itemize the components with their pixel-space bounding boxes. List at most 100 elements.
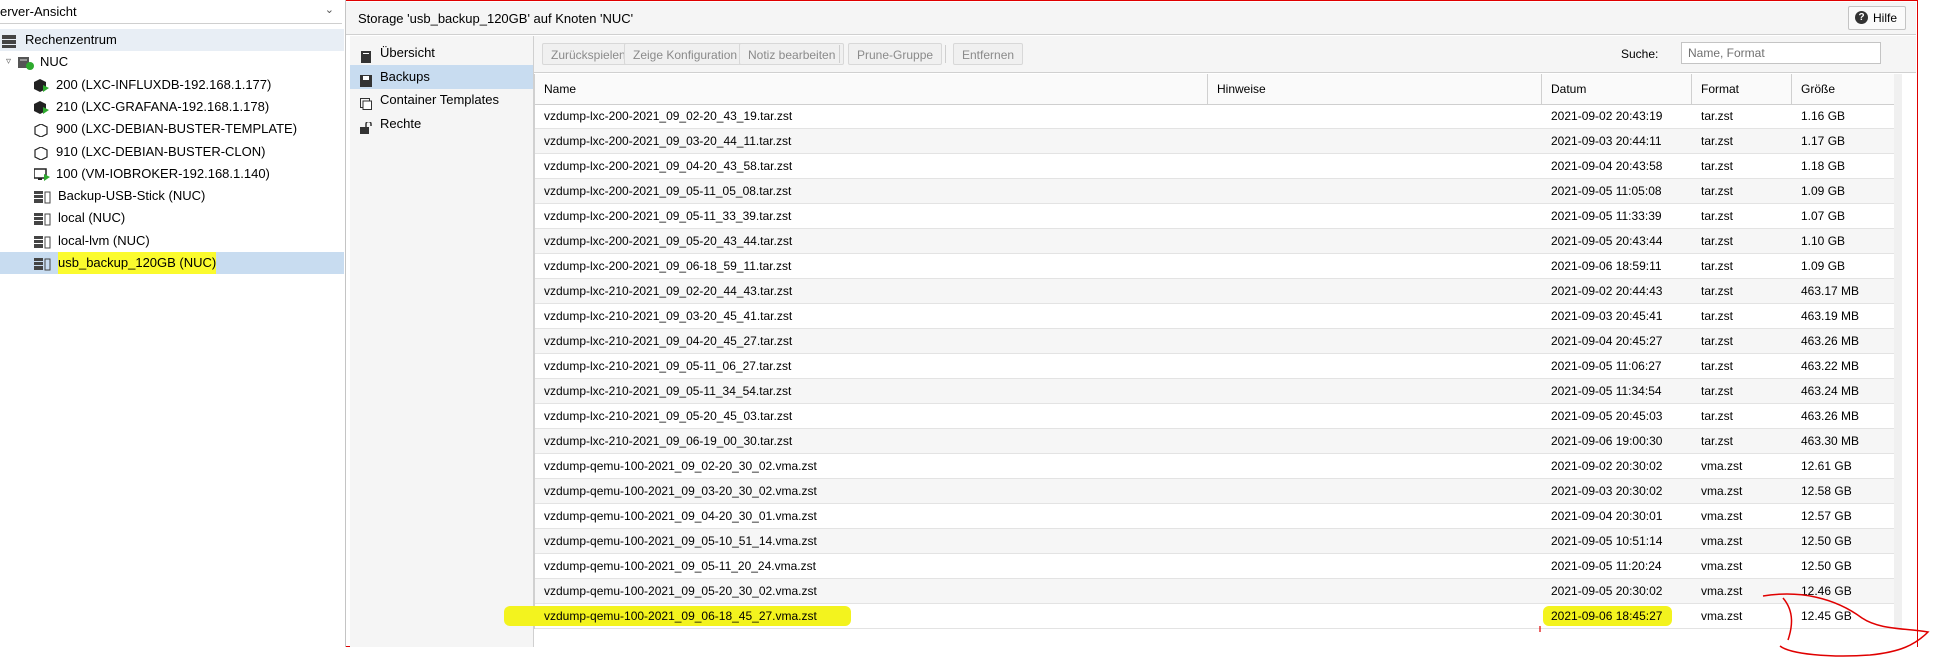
cell-date: 2021-09-05 20:45:03 xyxy=(1542,404,1692,428)
tree-item-7[interactable]: Backup-USB-Stick (NUC) xyxy=(0,185,344,207)
table-row[interactable]: vzdump-lxc-200-2021_09_05-11_33_39.tar.z… xyxy=(535,204,1895,229)
cell-text: tar.zst xyxy=(1701,309,1734,323)
cell-text: tar.zst xyxy=(1701,234,1734,248)
cell-text: 12.61 GB xyxy=(1801,459,1852,473)
cell-text: 1.10 GB xyxy=(1801,234,1846,248)
table-row[interactable]: vzdump-lxc-200-2021_09_05-11_05_08.tar.z… xyxy=(535,179,1895,204)
cell-text: 12.57 GB xyxy=(1801,509,1852,523)
page-title: Storage 'usb_backup_120GB' auf Knoten 'N… xyxy=(358,11,634,26)
cell-text: 2021-09-02 20:30:02 xyxy=(1551,459,1663,473)
cell-text: 1.18 GB xyxy=(1801,159,1846,173)
cell-text: 2021-09-05 10:51:14 xyxy=(1551,534,1663,548)
show-config-button[interactable]: Zeige Konfiguration xyxy=(624,43,747,65)
column-header-name[interactable]: Name xyxy=(535,74,1208,104)
table-row[interactable]: vzdump-lxc-200-2021_09_02-20_43_19.tar.z… xyxy=(535,104,1895,129)
table-row[interactable]: vzdump-lxc-210-2021_09_03-20_45_41.tar.z… xyxy=(535,304,1895,329)
cell-format: vma.zst xyxy=(1692,454,1792,478)
cell-text: vzdump-lxc-200-2021_09_02-20_43_19.tar.z… xyxy=(544,109,793,123)
cell-format: tar.zst xyxy=(1692,379,1792,403)
table-row[interactable]: vzdump-qemu-100-2021_09_05-20_30_02.vma.… xyxy=(535,579,1895,604)
tree-item-5[interactable]: 910 (LXC-DEBIAN-BUSTER-CLON) xyxy=(0,141,344,163)
table-row[interactable]: vzdump-lxc-210-2021_09_04-20_45_27.tar.z… xyxy=(535,329,1895,354)
cell-format: tar.zst xyxy=(1692,304,1792,328)
cell-name: vzdump-lxc-210-2021_09_02-20_44_43.tar.z… xyxy=(535,279,1208,303)
cell-date: 2021-09-05 11:34:54 xyxy=(1542,379,1692,403)
tree-item-10[interactable]: usb_backup_120GB (NUC) xyxy=(0,252,344,274)
tree-item-0[interactable]: Rechenzentrum xyxy=(0,29,344,51)
table-row[interactable]: vzdump-lxc-200-2021_09_05-20_43_44.tar.z… xyxy=(535,229,1895,254)
table-row[interactable]: vzdump-lxc-200-2021_09_06-18_59_11.tar.z… xyxy=(535,254,1895,279)
cell-text: tar.zst xyxy=(1701,209,1734,223)
cell-format: tar.zst xyxy=(1692,229,1792,253)
cell-text: 463.19 MB xyxy=(1801,309,1860,323)
help-button[interactable]: ? Hilfe xyxy=(1848,6,1906,30)
edit-notes-button[interactable]: Notiz bearbeiten xyxy=(739,43,845,65)
cell-notes xyxy=(1208,379,1542,403)
tree-item-4[interactable]: 900 (LXC-DEBIAN-BUSTER-TEMPLATE) xyxy=(0,118,344,140)
tree-item-1[interactable]: ▿ NUC xyxy=(0,51,344,73)
subnav-item-rechte[interactable]: Rechte xyxy=(350,112,533,136)
resource-tree-panel: erver-Ansicht ⌄ Rechenzentrum ▿ NUC 200 (LX… xyxy=(0,0,346,647)
view-selector[interactable]: erver-Ansicht ⌄ xyxy=(0,0,342,24)
tree-item-6[interactable]: 100 (VM-IOBROKER-192.168.1.140) xyxy=(0,163,344,185)
cell-date: 2021-09-05 11:20:24 xyxy=(1542,554,1692,578)
column-header-notes[interactable]: Hinweise xyxy=(1208,74,1542,104)
cell-text: vzdump-qemu-100-2021_09_06-18_45_27.vma.… xyxy=(504,606,851,626)
cell-text: vzdump-lxc-210-2021_09_05-11_34_54.tar.z… xyxy=(544,384,792,398)
cell-size: 1.09 GB xyxy=(1792,254,1895,278)
table-row[interactable]: vzdump-lxc-210-2021_09_05-20_45_03.tar.z… xyxy=(535,404,1895,429)
tree-item-label: 100 (VM-IOBROKER-192.168.1.140) xyxy=(56,165,270,181)
tree-item-8[interactable]: local (NUC) xyxy=(0,207,344,229)
subnav-item--bersicht[interactable]: Übersicht xyxy=(350,41,533,65)
backup-toolbar: Zurückspielen Zeige Konfiguration Notiz … xyxy=(534,36,1916,73)
cell-date: 2021-09-05 11:05:08 xyxy=(1542,179,1692,203)
table-row[interactable]: vzdump-qemu-100-2021_09_06-18_45_27.vma.… xyxy=(504,604,1895,629)
cell-notes xyxy=(1208,554,1542,578)
table-row[interactable]: vzdump-lxc-210-2021_09_05-11_34_54.tar.z… xyxy=(535,379,1895,404)
table-row[interactable]: vzdump-lxc-210-2021_09_05-11_06_27.tar.z… xyxy=(535,354,1895,379)
cell-size: 12.61 GB xyxy=(1792,454,1895,478)
cell-text: 2021-09-05 20:43:44 xyxy=(1551,234,1663,248)
table-row[interactable]: vzdump-lxc-210-2021_09_02-20_44_43.tar.z… xyxy=(535,279,1895,304)
cell-name: vzdump-lxc-210-2021_09_05-20_45_03.tar.z… xyxy=(535,404,1208,428)
cell-text: tar.zst xyxy=(1701,284,1734,298)
restore-button[interactable]: Zurückspielen xyxy=(542,43,635,65)
table-row[interactable]: vzdump-lxc-200-2021_09_04-20_43_58.tar.z… xyxy=(535,154,1895,179)
cell-text: 1.07 GB xyxy=(1801,209,1846,223)
column-header-size[interactable]: Größe xyxy=(1792,74,1895,104)
table-row[interactable]: vzdump-qemu-100-2021_09_02-20_30_02.vma.… xyxy=(535,454,1895,479)
tree-item-2[interactable]: 200 (LXC-INFLUXDB-192.168.1.177) xyxy=(0,74,344,96)
prune-group-button[interactable]: Prune-Gruppe xyxy=(848,43,943,65)
cell-size: 1.16 GB xyxy=(1792,104,1895,128)
cell-text: 463.30 MB xyxy=(1801,434,1860,448)
table-row[interactable]: vzdump-qemu-100-2021_09_05-10_51_14.vma.… xyxy=(535,529,1895,554)
table-row[interactable]: vzdump-qemu-100-2021_09_05-11_20_24.vma.… xyxy=(535,554,1895,579)
node-icon xyxy=(18,55,34,71)
tree-item-label: 200 (LXC-INFLUXDB-192.168.1.177) xyxy=(56,76,272,92)
cell-format: vma.zst xyxy=(1692,479,1792,503)
subnav-item-backups[interactable]: Backups xyxy=(350,64,533,89)
tree-item-9[interactable]: local-lvm (NUC) xyxy=(0,230,344,252)
column-header-format[interactable]: Format xyxy=(1692,74,1792,104)
collapse-icon[interactable]: ▿ xyxy=(6,51,11,73)
table-row[interactable]: vzdump-lxc-200-2021_09_03-20_44_11.tar.z… xyxy=(535,129,1895,154)
cell-size: 12.45 GB xyxy=(1792,604,1895,628)
cell-size: 1.17 GB xyxy=(1792,129,1895,153)
table-row[interactable]: vzdump-qemu-100-2021_09_04-20_30_01.vma.… xyxy=(535,504,1895,529)
chevron-down-icon[interactable]: ⌄ xyxy=(325,3,334,16)
cell-text: 1.09 GB xyxy=(1801,184,1846,198)
remove-button[interactable]: Entfernen xyxy=(953,43,1024,65)
subnav-item-container-templates[interactable]: Container Templates xyxy=(350,88,533,112)
cell-format: tar.zst xyxy=(1692,129,1792,153)
cell-text: tar.zst xyxy=(1701,109,1734,123)
grid-scrollbar[interactable] xyxy=(1894,74,1902,629)
tree-item-3[interactable]: 210 (LXC-GRAFANA-192.168.1.178) xyxy=(0,96,344,118)
table-row[interactable]: vzdump-qemu-100-2021_09_03-20_30_02.vma.… xyxy=(535,479,1895,504)
cell-text: vzdump-qemu-100-2021_09_05-11_20_24.vma.… xyxy=(544,559,816,573)
cell-date: 2021-09-04 20:43:58 xyxy=(1542,154,1692,178)
cell-notes xyxy=(1208,329,1542,353)
column-header-date[interactable]: Datum xyxy=(1542,74,1692,104)
search-input[interactable] xyxy=(1681,42,1881,64)
cell-text: 12.50 GB xyxy=(1801,534,1852,548)
table-row[interactable]: vzdump-lxc-210-2021_09_06-19_00_30.tar.z… xyxy=(535,429,1895,454)
